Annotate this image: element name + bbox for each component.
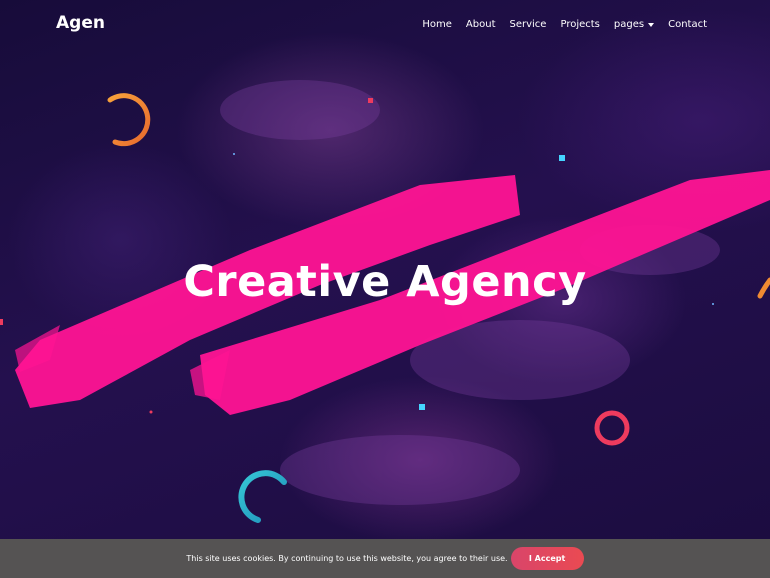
navbar: Agen Home About Service Projects pages C…	[0, 0, 770, 52]
nav-service[interactable]: Service	[510, 19, 547, 30]
cookie-message: This site uses cookies. By continuing to…	[186, 554, 508, 563]
particle-dot-2	[233, 153, 235, 155]
nav-pages-label: pages	[613, 19, 645, 30]
particle-dot	[149, 410, 153, 414]
hero-section: Agen Home About Service Projects pages C…	[0, 0, 770, 578]
particle-cyan	[559, 155, 565, 161]
particle-red-left	[0, 319, 3, 325]
nav-service-label: Service	[509, 19, 547, 30]
red-ring	[594, 410, 630, 446]
nav-menu: Home About Service Projects pages Contac…	[422, 19, 707, 30]
particle-cyan-2	[419, 404, 425, 410]
cyan-ring	[238, 470, 287, 523]
nav-pages-dropdown[interactable]: pages	[613, 19, 655, 30]
hero-title: Creative Agency	[183, 257, 587, 307]
orange-ring	[107, 93, 151, 147]
nav-projects[interactable]: Projects	[560, 19, 599, 30]
nav-contact-label: Contact	[668, 19, 707, 30]
nav-about-label: About	[465, 19, 496, 30]
brand-logo[interactable]: Agen	[56, 13, 105, 33]
cookie-consent-bar: This site uses cookies. By continuing to…	[0, 539, 770, 578]
nav-home[interactable]: Home	[422, 19, 452, 30]
nav-contact[interactable]: Contact	[668, 19, 707, 30]
nav-about[interactable]: About	[466, 19, 496, 30]
nav-home-label: Home	[422, 19, 452, 30]
nav-projects-label: Projects	[560, 19, 600, 30]
accept-cookies-button[interactable]: I Accept	[510, 547, 584, 570]
caret-down-icon	[648, 22, 655, 27]
particle-red	[368, 98, 373, 103]
